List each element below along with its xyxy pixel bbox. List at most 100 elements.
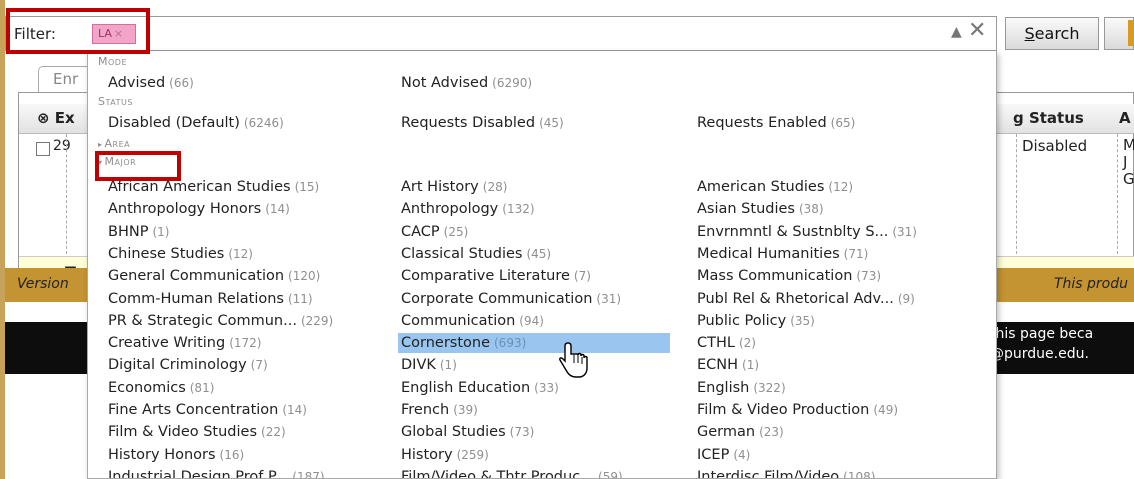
option-not-advised[interactable]: Not Advised (6290) bbox=[401, 73, 532, 93]
option-label: Publ Rel & Rhetorical Adv... bbox=[697, 290, 894, 307]
option-major[interactable]: Corporate Communication (31) bbox=[401, 289, 621, 309]
option-major[interactable]: Industrial Design Prof P... (187) bbox=[108, 467, 325, 478]
column-divider bbox=[66, 134, 67, 254]
option-label: Chinese Studies bbox=[108, 245, 225, 262]
filter-highlight-box bbox=[6, 8, 150, 54]
option-label: English bbox=[697, 379, 750, 396]
option-label: Mass Communication bbox=[697, 268, 853, 285]
option-major[interactable]: Communication (94) bbox=[401, 311, 544, 331]
option-advised[interactable]: Advised (66) bbox=[108, 73, 194, 93]
row-checkbox[interactable] bbox=[36, 142, 50, 156]
option-label: Cornerstone bbox=[401, 335, 490, 352]
option-major[interactable]: Mass Communication (73) bbox=[697, 266, 881, 286]
option-label: CACP bbox=[401, 223, 440, 240]
search-button[interactable]: Search bbox=[1005, 17, 1099, 50]
option-count: (120) bbox=[288, 269, 321, 284]
group-header-area[interactable]: ▸ Area bbox=[98, 137, 130, 150]
option-requests-enabled[interactable]: Requests Enabled (65) bbox=[697, 113, 855, 133]
option-major[interactable]: History Honors (16) bbox=[108, 445, 244, 465]
option-label: PR & Strategic Commun... bbox=[108, 312, 297, 329]
option-major[interactable]: German (23) bbox=[697, 422, 784, 442]
option-major[interactable]: CTHL (2) bbox=[697, 333, 756, 353]
option-count: (71) bbox=[843, 246, 869, 261]
option-major[interactable]: English Education (33) bbox=[401, 378, 559, 398]
option-major[interactable]: Comparative Literature (7) bbox=[401, 266, 591, 286]
row-status: Disabled bbox=[1022, 137, 1088, 155]
option-count: (38) bbox=[798, 202, 824, 217]
option-major[interactable]: Fine Arts Concentration (14) bbox=[108, 400, 307, 420]
option-label: German bbox=[697, 424, 756, 441]
option-label: BHNP bbox=[108, 223, 149, 240]
option-major[interactable]: Art History (28) bbox=[401, 177, 507, 197]
option-count: (39) bbox=[453, 403, 478, 417]
option-requests-disabled[interactable]: Requests Disabled (45) bbox=[401, 113, 564, 133]
option-major[interactable]: Global Studies (73) bbox=[401, 422, 534, 442]
column-header-status[interactable]: g Status bbox=[1013, 109, 1084, 127]
option-label: Film & Video Production bbox=[697, 402, 870, 418]
row-col-a: M J G bbox=[1123, 137, 1134, 188]
clear-filter-icon[interactable]: ✕ bbox=[968, 20, 986, 42]
option-major[interactable]: Film & Video Production (49) bbox=[697, 400, 898, 420]
row-number: 29 bbox=[53, 138, 71, 154]
option-count: (59) bbox=[598, 469, 623, 479]
option-count: (259) bbox=[456, 447, 489, 462]
option-count: (73) bbox=[509, 425, 535, 440]
option-count: (108) bbox=[843, 469, 876, 479]
column-header-a[interactable]: A bbox=[1119, 109, 1131, 127]
option-count: (73) bbox=[856, 269, 882, 284]
option-count: (6290) bbox=[492, 76, 533, 90]
row-col-a-line: M bbox=[1123, 136, 1134, 154]
option-major[interactable]: English (322) bbox=[697, 378, 786, 398]
option-major[interactable]: BHNP (1) bbox=[108, 222, 169, 242]
option-major[interactable]: Medical Humanities (71) bbox=[697, 244, 868, 264]
option-major[interactable]: Anthropology (132) bbox=[401, 199, 535, 219]
option-label: History bbox=[401, 446, 453, 463]
option-count: (23) bbox=[759, 425, 784, 440]
option-major[interactable]: CACP (25) bbox=[401, 222, 468, 242]
option-major[interactable]: Creative Writing (172) bbox=[108, 333, 261, 353]
option-count: (4) bbox=[733, 447, 751, 462]
expand-triangle-icon: ▸ bbox=[98, 140, 103, 149]
option-count: (16) bbox=[219, 447, 245, 462]
option-label: Disabled (Default) bbox=[108, 115, 240, 131]
option-major[interactable]: Publ Rel & Rhetorical Adv... (9) bbox=[697, 289, 915, 309]
option-major[interactable]: Public Policy (35) bbox=[697, 311, 815, 331]
option-major[interactable]: ICEP (4) bbox=[697, 445, 750, 465]
option-major[interactable]: Anthropology Honors (14) bbox=[108, 199, 290, 219]
option-major[interactable]: Comm-Human Relations (11) bbox=[108, 289, 313, 309]
option-major[interactable]: Film & Video Studies (22) bbox=[108, 422, 286, 442]
row-col-a-line: G bbox=[1123, 170, 1134, 188]
option-major[interactable]: History (259) bbox=[401, 445, 489, 465]
option-count: (45) bbox=[539, 116, 564, 130]
option-label: Economics bbox=[108, 379, 186, 396]
option-major[interactable]: Economics (81) bbox=[108, 378, 214, 398]
option-major[interactable]: ECNH (1) bbox=[697, 355, 759, 375]
column-header-ex[interactable]: ⊗ Ex bbox=[37, 109, 75, 127]
option-major[interactable]: Classical Studies (45) bbox=[401, 244, 551, 264]
major-highlight-box bbox=[95, 151, 181, 181]
option-count: (28) bbox=[482, 180, 508, 194]
option-major[interactable]: Digital Criminology (7) bbox=[108, 355, 268, 375]
option-label: Art History bbox=[401, 179, 479, 195]
option-major[interactable]: Cornerstone (693) bbox=[398, 333, 670, 354]
option-major[interactable]: Interdisc Film/Video (108) bbox=[697, 467, 876, 479]
option-major[interactable]: Chinese Studies (12) bbox=[108, 244, 253, 264]
option-major[interactable]: General Communication (120) bbox=[108, 266, 320, 286]
option-major[interactable]: American Studies (12) bbox=[697, 177, 853, 197]
option-major[interactable]: DIVK (1) bbox=[401, 355, 457, 375]
collapse-caret-icon[interactable]: ▲ bbox=[951, 24, 962, 40]
filter-input[interactable]: Filter: LA × ▲ ✕ bbox=[5, 16, 997, 51]
option-major[interactable]: Film/Video & Thtr Produc... (59) bbox=[401, 467, 623, 479]
row-col-a-line: J bbox=[1123, 153, 1128, 171]
option-major[interactable]: Envrnmntl & Sustnblty S... (31) bbox=[697, 222, 917, 242]
option-label: ICEP bbox=[697, 446, 730, 463]
option-major[interactable]: French (39) bbox=[401, 400, 478, 420]
search-button-label: earch bbox=[1034, 24, 1080, 43]
group-header-mode: Mode bbox=[98, 55, 128, 68]
option-count: (1) bbox=[152, 224, 170, 239]
option-label: Anthropology bbox=[401, 201, 499, 218]
option-major[interactable]: Asian Studies (38) bbox=[697, 199, 824, 219]
option-disabled-default[interactable]: Disabled (Default) (6246) bbox=[108, 113, 284, 133]
option-major[interactable]: PR & Strategic Commun... (229) bbox=[108, 311, 333, 331]
option-count: (66) bbox=[169, 76, 194, 90]
